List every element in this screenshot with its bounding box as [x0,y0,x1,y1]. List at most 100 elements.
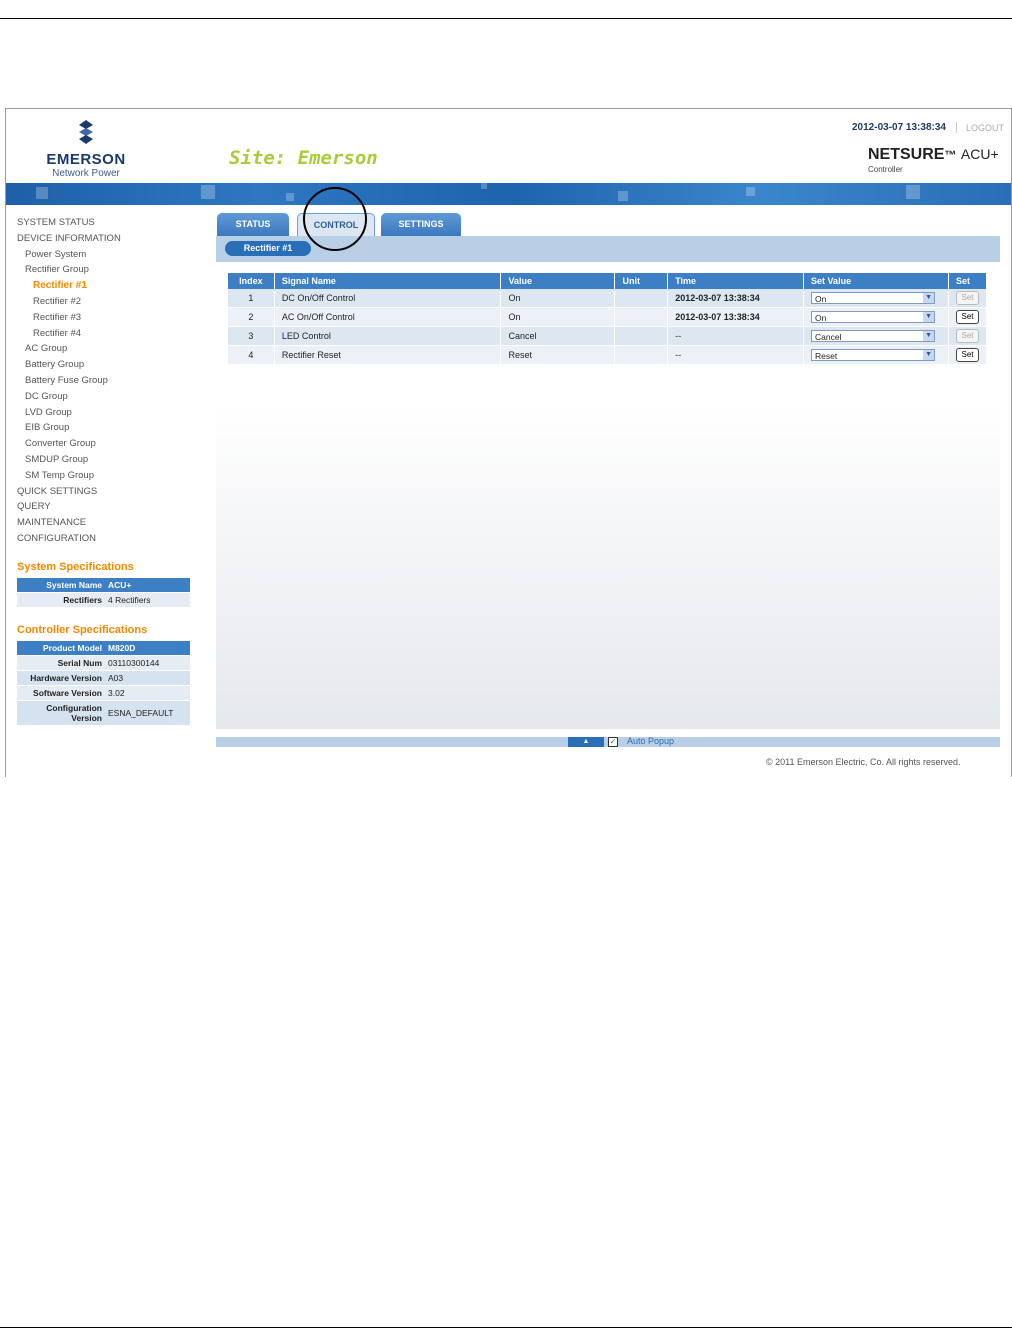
chevron-down-icon[interactable]: ▼ [923,331,935,341]
spec-value: 3.02 [105,685,190,701]
spec-key: Serial Num [17,655,105,671]
spec-key: Product Model [17,641,105,656]
cell-time: 2012-03-07 13:38:34 [667,307,805,327]
document-bottom-rule [0,1327,1012,1328]
spec-row: Software Version 3.02 [17,685,190,701]
spec-row: Product Model M820D [17,641,190,656]
spec-value: ACU+ [105,578,190,593]
spec-row: System Name ACU+ [17,578,190,593]
cell-signal-name: Rectifier Reset [274,345,502,365]
subnav-rectifier-pill[interactable]: Rectifier #1 [225,241,311,256]
cell-set: Set [948,326,987,346]
nav-query[interactable]: QUERY [17,499,207,515]
auto-popup-label[interactable]: Auto Popup [627,736,674,746]
cell-signal-name: DC On/Off Control [274,289,502,308]
cell-unit [614,326,669,346]
spec-value: ESNA_DEFAULT [105,700,190,726]
cell-value: Cancel [500,326,616,346]
nav-configuration[interactable]: CONFIGURATION [17,531,207,547]
system-specs-title: System Specifications [17,561,134,573]
cell-index: 4 [228,345,275,365]
auto-popup-checkbox[interactable]: ✓ [608,737,618,747]
col-header-value: Value [500,273,616,289]
logout-link[interactable]: LOGOUT [966,123,1004,133]
col-header-unit: Unit [614,273,669,289]
table-row: 3 LED Control Cancel -- Cancel ▼ Set [228,326,987,346]
nav-quick-settings[interactable]: QUICK SETTINGS [17,484,207,500]
site-title: Site: Emerson [229,147,378,169]
nav-converter-group[interactable]: Converter Group [17,436,207,452]
sidebar-nav: SYSTEM STATUS DEVICE INFORMATION Power S… [17,215,207,547]
copyright-text: © 2011 Emerson Electric, Co. All rights … [766,757,961,767]
brand-subtitle: Controller [868,165,903,174]
expand-up-button[interactable]: ▲ [568,737,604,747]
tab-status[interactable]: STATUS [217,213,289,236]
brand-trademark: ™ [944,148,957,162]
chevron-down-icon[interactable]: ▼ [923,293,935,303]
cell-value: On [500,307,616,327]
nav-rectifier-group[interactable]: Rectifier Group [17,262,207,278]
set-button[interactable]: Set [956,310,979,324]
controller-specs-table: Product Model M820D Serial Num 031103001… [17,641,190,726]
nav-rectifier-4[interactable]: Rectifier #4 [17,326,207,342]
emerson-logo: EMERSON Network Power [36,119,136,179]
spec-value: A03 [105,670,190,686]
cell-signal-name: LED Control [274,326,502,346]
header-datetime: 2012-03-07 13:38:34 [852,122,946,133]
tab-settings[interactable]: SETTINGS [381,213,461,236]
nav-rectifier-1[interactable]: Rectifier #1 [17,278,207,294]
nav-ac-group[interactable]: AC Group [17,341,207,357]
controller-specs-title: Controller Specifications [17,624,148,636]
emerson-logo-mark-icon [79,120,93,144]
spec-value: 4 Rectifiers [105,592,190,608]
cell-index: 3 [228,326,275,346]
spec-key: Software Version [17,685,105,701]
netsure-brand: NETSURE™ ACU+ [868,146,999,164]
cell-set-value: Cancel ▼ [803,326,949,346]
nav-maintenance[interactable]: MAINTENANCE [17,515,207,531]
set-button[interactable]: Set [956,348,979,362]
set-button[interactable]: Set [956,291,979,305]
nav-rectifier-3[interactable]: Rectifier #3 [17,310,207,326]
chevron-down-icon[interactable]: ▼ [923,350,935,360]
highlight-circle [303,187,367,251]
nav-smdup-group[interactable]: SMDUP Group [17,452,207,468]
col-header-set-value: Set Value [803,273,949,289]
system-specs-table: System Name ACU+ Rectifiers 4 Rectifiers [17,578,190,608]
cell-set-value: Reset ▼ [803,345,949,365]
nav-power-system[interactable]: Power System [17,247,207,263]
cell-set: Set [948,345,987,365]
cell-unit [614,307,669,327]
spec-key: Hardware Version [17,670,105,686]
spec-value: M820D [105,641,190,656]
cell-index: 2 [228,307,275,327]
spec-row: Rectifiers 4 Rectifiers [17,592,190,608]
spec-key: Configuration Version [17,700,105,726]
header-divider [956,122,957,133]
nav-rectifier-2[interactable]: Rectifier #2 [17,294,207,310]
set-value-select[interactable]: On ▼ [811,311,936,323]
header-banner [6,183,1011,205]
browser-page-frame: EMERSON Network Power Site: Emerson 2012… [5,108,1012,777]
nav-battery-group[interactable]: Battery Group [17,357,207,373]
set-value-select[interactable]: Cancel ▼ [811,330,936,342]
nav-sm-temp-group[interactable]: SM Temp Group [17,468,207,484]
set-value-select[interactable]: Reset ▼ [811,349,936,361]
select-value: Reset [815,351,838,361]
chevron-down-icon[interactable]: ▼ [923,312,935,322]
cell-unit [614,345,669,365]
nav-battery-fuse-group[interactable]: Battery Fuse Group [17,373,207,389]
spec-row: Configuration Version ESNA_DEFAULT [17,700,190,726]
cell-index: 1 [228,289,275,308]
nav-dc-group[interactable]: DC Group [17,389,207,405]
nav-system-status[interactable]: SYSTEM STATUS [17,215,207,231]
nav-device-information[interactable]: DEVICE INFORMATION [17,231,207,247]
cell-time: -- [667,345,805,365]
set-value-select[interactable]: On ▼ [811,292,936,304]
nav-eib-group[interactable]: EIB Group [17,420,207,436]
col-header-signal-name: Signal Name [274,273,502,289]
set-button[interactable]: Set [956,329,979,343]
auto-popup-bar: ▲ ✓ Auto Popup [216,736,1000,747]
spec-key: System Name [17,578,105,593]
nav-lvd-group[interactable]: LVD Group [17,405,207,421]
